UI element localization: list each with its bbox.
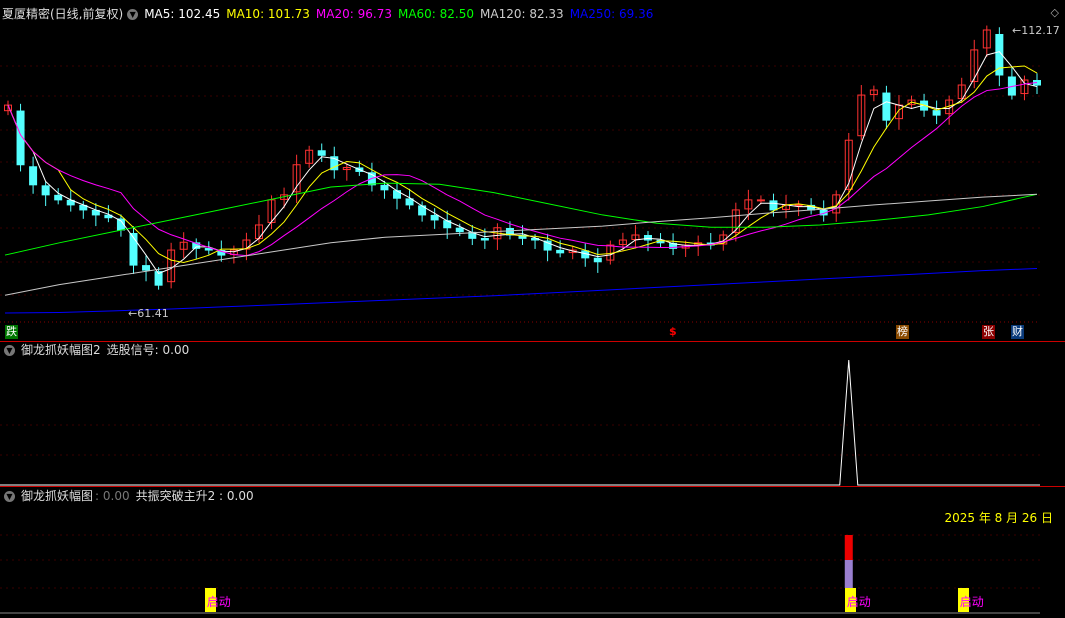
candle-body: [556, 249, 565, 254]
candle-body: [430, 214, 439, 221]
candle-body: [29, 166, 38, 186]
candle-body: [455, 227, 464, 233]
candle-body: [769, 200, 778, 211]
low-price-label: ←61.41: [128, 307, 169, 320]
candlestick-chart: ←112.17 ←61.41: [0, 24, 1060, 614]
high-price-label: ←112.17: [1012, 24, 1060, 37]
ma60-line: [4, 182, 1038, 256]
panel1-signal: 选股信号: 0.00: [106, 343, 190, 357]
chevron-down-icon[interactable]: ▼: [4, 345, 15, 356]
marker-die[interactable]: 跌: [5, 325, 18, 339]
panel2-header: ▼ 御龙抓妖幅图: 0.00 共振突破主升2 : 0.00: [2, 488, 260, 504]
panel1-title: 御龙抓妖幅图2: [21, 343, 101, 357]
qidong-label: 启动: [959, 595, 984, 609]
qidong-label: 启动: [206, 595, 231, 609]
candle-body: [593, 257, 602, 263]
panel-divider: [0, 486, 1065, 487]
marker-cai[interactable]: 财: [1011, 325, 1024, 339]
candle-body: [643, 235, 652, 241]
date-label: 2025 年 8 月 26 日: [944, 511, 1053, 525]
candle-body: [54, 194, 63, 201]
candle-body: [204, 248, 213, 251]
candle-body: [882, 92, 891, 121]
bar-purple: [844, 560, 853, 588]
candle-body: [932, 110, 941, 116]
panel2-value2: 共振突破主升2 : 0.00: [135, 489, 254, 503]
marker-bang[interactable]: 榜: [896, 325, 909, 339]
panel2-value1: : 0.00: [95, 489, 130, 503]
bar-red: [844, 535, 853, 560]
candle-body: [380, 184, 389, 191]
marker-zhang[interactable]: 张: [982, 325, 995, 339]
panel2-title: 御龙抓妖幅图: [21, 489, 94, 503]
marker-money-icon[interactable]: $: [668, 325, 678, 339]
candle-body: [756, 199, 765, 202]
qidong-label: 启动: [846, 595, 871, 609]
candle-body: [142, 265, 151, 271]
candle-body: [480, 238, 489, 241]
candle-body: [317, 150, 326, 156]
chevron-down-icon[interactable]: ▼: [4, 491, 15, 502]
signal-line: [0, 359, 1040, 486]
panel1-header: ▼ 御龙抓妖幅图2 选股信号: 0.00: [2, 342, 195, 358]
candle-body: [41, 185, 50, 196]
